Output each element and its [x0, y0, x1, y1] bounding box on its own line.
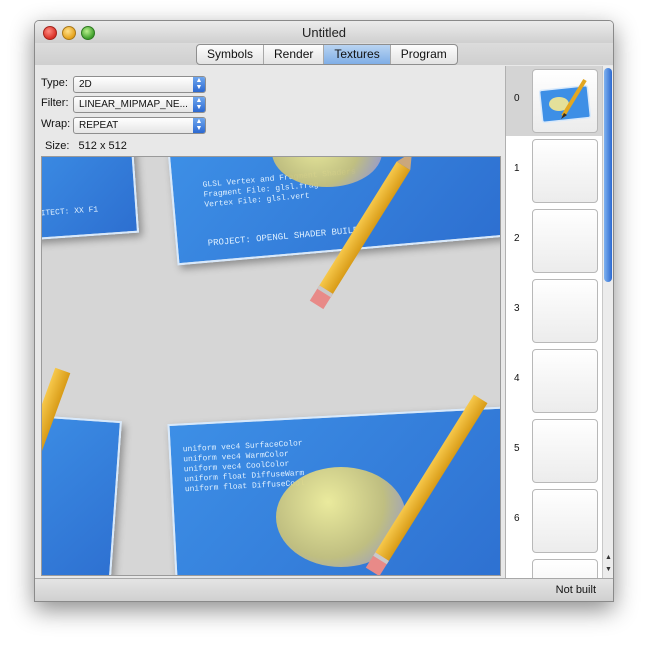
slot-thumbnail[interactable] [532, 489, 598, 553]
wrap-label: Wrap: [41, 118, 71, 130]
texture-slot-2[interactable]: 2 [506, 206, 602, 276]
build-status: Not built [555, 584, 596, 596]
texture-slot-5[interactable]: 5 [506, 416, 602, 486]
tab-textures[interactable]: Textures [323, 45, 390, 64]
texture-slot-0[interactable]: 0 [506, 66, 602, 136]
filter-value: LINEAR_MIPMAP_NE... [79, 99, 188, 110]
scroll-up-arrow-icon[interactable]: ▲ [603, 552, 613, 564]
eraser-part [309, 285, 333, 310]
tab-program[interactable]: Program [389, 45, 457, 64]
type-value: 2D [79, 79, 92, 90]
filter-label: Filter: [41, 97, 69, 109]
status-bar: Not built [35, 578, 613, 601]
slot-index: 3 [514, 303, 520, 314]
slot-index: 5 [514, 443, 520, 454]
texture-slots-panel: 0 1 2 3 4 5 6 ▲ ▼ [505, 66, 613, 578]
size-row: Size: 512 x 512 [45, 140, 127, 152]
toolbar: Symbols Render Textures Program [35, 43, 613, 65]
slot-index: 2 [514, 233, 520, 244]
slot-index: 0 [514, 93, 520, 104]
title-bar[interactable]: Untitled [35, 21, 613, 44]
scroll-thumb[interactable] [604, 68, 612, 282]
slot-index: 6 [514, 513, 520, 524]
wrap-popup[interactable]: REPEAT ▲ ▼ [73, 117, 206, 134]
type-popup[interactable]: 2D ▲ ▼ [73, 76, 206, 93]
slot-thumbnail[interactable] [532, 419, 598, 483]
slot-thumbnail[interactable] [532, 279, 598, 343]
updown-arrows-icon: ▲ ▼ [193, 77, 205, 92]
slot-thumbnail[interactable] [532, 349, 598, 413]
slot-index: 1 [514, 163, 520, 174]
tab-segmented-control: Symbols Render Textures Program [196, 44, 458, 65]
size-value: 512 x 512 [78, 140, 127, 152]
texture-slot-6[interactable]: 6 [506, 486, 602, 556]
slot-index: 4 [514, 373, 520, 384]
texture-settings-panel: Type: 2D ▲ ▼ Filter: LINEAR_MIPMAP_NE... … [35, 66, 505, 578]
app-window: Untitled Symbols Render Textures Program… [34, 20, 614, 602]
texture-preview: ARCHITECT: XX F1 GLSL Vertex and Fragmen… [41, 156, 501, 576]
window-title: Untitled [301, 25, 347, 40]
blueprint-sheet: ARCHITECT: XX F1 [41, 157, 140, 242]
texture-slot-3[interactable]: 3 [506, 276, 602, 346]
slot-thumbnail[interactable] [532, 139, 598, 203]
slot-thumbnail[interactable] [532, 69, 598, 133]
texture-slot-next[interactable] [506, 556, 602, 578]
type-label: Type: [41, 77, 68, 89]
filter-popup[interactable]: LINEAR_MIPMAP_NE... ▲ ▼ [73, 96, 206, 113]
wrap-value: REPEAT [79, 120, 119, 131]
scroll-down-arrow-icon[interactable]: ▼ [603, 564, 613, 576]
updown-arrows-icon: ▲ ▼ [193, 118, 205, 133]
texture-slot-1[interactable]: 1 [506, 136, 602, 206]
architect-text: ARCHITECT: XX F1 [41, 205, 99, 220]
texture-thumbnail-icon [538, 78, 592, 123]
tab-render[interactable]: Render [263, 45, 323, 64]
texture-slot-4[interactable]: 4 [506, 346, 602, 416]
size-label: Size: [45, 140, 70, 152]
slot-thumbnail[interactable] [532, 559, 598, 578]
slots-scrollbar[interactable]: ▲ ▼ [602, 66, 613, 578]
blueprint-sheet [42, 413, 122, 575]
tab-symbols[interactable]: Symbols [197, 45, 263, 64]
slot-thumbnail[interactable] [532, 209, 598, 273]
updown-arrows-icon: ▲ ▼ [193, 97, 205, 112]
